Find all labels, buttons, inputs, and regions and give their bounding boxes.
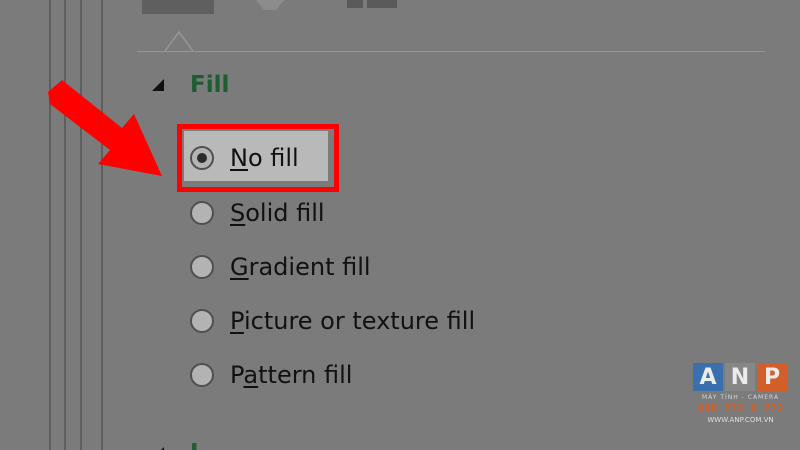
fill-line-tab-icon[interactable] [142,0,214,14]
line-section-header[interactable]: L [152,440,205,450]
divider [49,0,51,450]
effects-tab-icon[interactable] [256,0,284,10]
divider [80,0,82,450]
size-properties-tab-icon[interactable] [347,0,397,12]
divider [101,0,103,450]
logo-letters: A N P [693,363,788,391]
section-title: Fill [190,72,230,98]
gradient-fill-option[interactable]: Gradient fill [190,249,371,285]
section-title: L [190,440,205,450]
logo-letter: A [693,363,723,391]
pattern-fill-option[interactable]: Pattern fill [190,357,352,393]
red-arrow-icon [48,80,162,176]
radio-label[interactable]: Gradient fill [230,253,371,281]
radio-button[interactable] [190,309,214,333]
solid-fill-option[interactable]: Solid fill [190,195,325,231]
picture-or-texture-fill-option[interactable]: Picture or texture fill [190,303,475,339]
watermark-logo: A N P MÁY TÍNH - CAMERA 098 772 0 772 WW… [693,363,788,441]
radio-label[interactable]: Picture or texture fill [230,307,475,335]
logo-phone: 098 772 0 772 [697,402,784,415]
logo-letter: P [757,363,787,391]
logo-website: WWW.ANP.COM.VN [707,416,774,424]
format-pane: Fill No fill Solid fill Gradient fill Pi… [0,0,800,450]
logo-letter: N [725,363,755,391]
radio-button[interactable] [190,255,214,279]
radio-button[interactable] [190,363,214,387]
logo-tagline: MÁY TÍNH - CAMERA [701,394,780,401]
divider [64,0,66,450]
radio-label[interactable]: Solid fill [230,199,325,227]
active-tab-notch-icon [165,30,193,52]
tab-separator [137,51,765,52]
radio-label[interactable]: Pattern fill [230,361,352,389]
annotation-highlight-box [177,124,339,192]
radio-button[interactable] [190,201,214,225]
